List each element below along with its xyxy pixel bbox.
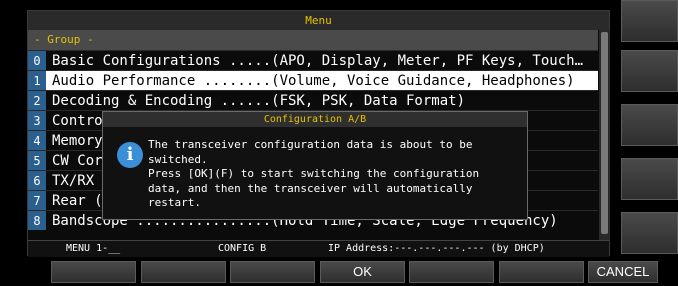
- item-number: 7: [28, 191, 46, 210]
- item-number: 2: [28, 91, 46, 110]
- item-number: 1: [28, 71, 46, 90]
- group-header: - Group -: [28, 30, 598, 50]
- item-number: 6: [28, 171, 46, 190]
- softkey-1[interactable]: [51, 261, 136, 283]
- right-softkey-4[interactable]: [621, 158, 678, 200]
- cancel-button[interactable]: CANCEL: [588, 261, 658, 283]
- status-bar: MENU 1-__ CONFIG B IP Address:---.---.--…: [28, 240, 609, 257]
- item-label: Audio Performance ........(Volume, Voice…: [52, 73, 575, 89]
- right-softkey-3[interactable]: [621, 104, 678, 146]
- ok-button[interactable]: OK: [320, 261, 405, 283]
- dialog-title: Configuration A/B: [103, 112, 527, 127]
- item-number: 4: [28, 131, 46, 150]
- menu-indicator: MENU 1-__: [66, 243, 121, 254]
- dialog-line: data, and then the transceiver will auto…: [148, 181, 473, 195]
- dialog-line: restart.: [148, 196, 201, 209]
- ip-address: IP Address:---.---.---.--- (by DHCP): [328, 243, 545, 254]
- softkey-5[interactable]: [409, 261, 494, 283]
- menu-scrollbar[interactable]: [599, 30, 610, 240]
- info-icon: i: [117, 142, 143, 168]
- softkey-6[interactable]: [499, 261, 584, 283]
- item-label: Decoding & Encoding ......(FSK, PSK, Dat…: [52, 93, 466, 109]
- item-number: 5: [28, 151, 46, 170]
- menu-item-decoding-encoding[interactable]: 2 Decoding & Encoding ......(FSK, PSK, Da…: [28, 90, 598, 110]
- right-softkey-1[interactable]: [621, 0, 678, 42]
- item-number: 8: [28, 211, 46, 230]
- right-softkey-5[interactable]: [621, 212, 678, 254]
- dialog-line: The transceiver configuration data is ab…: [148, 138, 473, 151]
- menu-item-basic-configurations[interactable]: 0 Basic Configurations .....(APO, Display…: [28, 50, 598, 70]
- item-label: Basic Configurations .....(APO, Display,…: [52, 53, 584, 69]
- item-number: 3: [28, 111, 46, 130]
- softkey-3[interactable]: [230, 261, 315, 283]
- config-indicator: CONFIG B: [218, 243, 267, 254]
- item-number: 0: [28, 51, 46, 70]
- menu-title: Menu: [28, 11, 609, 30]
- dialog-line: switched.: [148, 152, 208, 166]
- right-softkey-2[interactable]: [621, 50, 678, 92]
- configuration-dialog: Configuration A/B i The transceiver conf…: [102, 111, 528, 220]
- transceiver-screen: Menu - Group - 0 Basic Configurations ...…: [0, 0, 678, 286]
- menu-item-audio-performance[interactable]: 1 Audio Performance ........(Volume, Voic…: [28, 70, 598, 90]
- scrollbar-thumb[interactable]: [601, 32, 608, 234]
- dialog-message: The transceiver configuration data is ab…: [148, 138, 518, 211]
- dialog-line: Press [OK](F) to start switching the con…: [148, 167, 480, 180]
- softkey-2[interactable]: [141, 261, 226, 283]
